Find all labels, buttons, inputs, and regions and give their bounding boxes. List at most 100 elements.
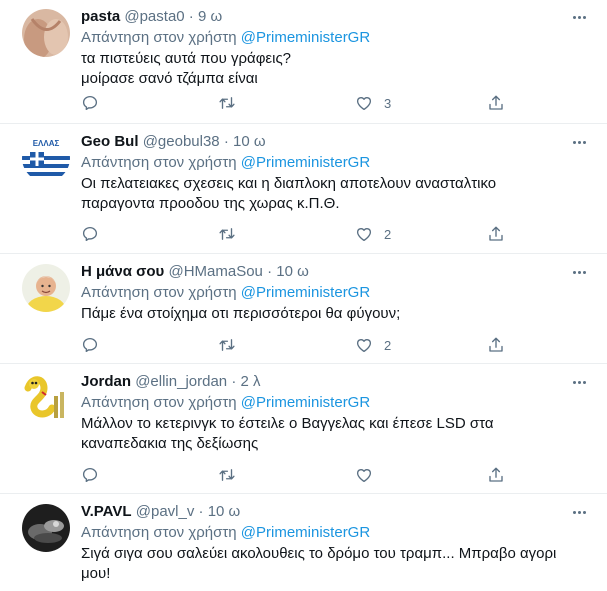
avatar[interactable]: [22, 264, 70, 312]
separator-dot: ·: [231, 373, 237, 390]
reply-button[interactable]: [81, 224, 99, 244]
separator-dot: ·: [198, 503, 204, 520]
tweet-text-line: Σιγά σιγα σου σαλεύει ακολουθεις το δρόμ…: [81, 545, 557, 562]
tweet-header: Geo Bul @geobul38 · 10 ω: [81, 132, 591, 152]
replying-prefix: Απάντηση στον χρήστη: [81, 154, 237, 171]
reply-button[interactable]: [81, 335, 99, 355]
timestamp[interactable]: 2 λ: [240, 373, 260, 390]
mention-link[interactable]: @PrimeministerGR: [241, 284, 370, 301]
heart-icon: [356, 228, 372, 242]
retweet-icon: [219, 469, 235, 481]
tweet-text: Μάλλον το κετερινγκ το έστειλε ο Βαγγελα…: [81, 414, 591, 454]
share-button[interactable]: [487, 224, 505, 244]
more-options-icon[interactable]: [569, 132, 589, 152]
tweet-text-line: καναπεδακια της δεξίωσης: [81, 435, 259, 452]
tweet-text-line: Πάμε ένα στοίχημα οτι περισσότεροι θα φύ…: [81, 305, 401, 322]
tweet[interactable]: pasta @pasta0 · 9 ω Απάντηση στον χρήστη…: [0, 0, 607, 124]
replying-prefix: Απάντηση στον χρήστη: [81, 29, 237, 46]
replying-to: Απάντηση στον χρήστη @PrimeministerGR: [81, 393, 591, 413]
tweet-text: Σιγά σιγα σου σαλεύει ακολουθεις το δρόμ…: [81, 544, 591, 584]
reply-feed: pasta @pasta0 · 9 ω Απάντηση στον χρήστη…: [0, 0, 607, 591]
share-button[interactable]: [487, 335, 505, 355]
share-icon: [489, 95, 503, 110]
tweet-actions: 2: [81, 335, 511, 355]
avatar[interactable]: [22, 374, 70, 422]
like-count: 2: [384, 337, 392, 353]
tweet-actions: [81, 465, 511, 485]
retweet-button[interactable]: [218, 465, 236, 485]
replying-to: Απάντηση στον χρήστη @PrimeministerGR: [81, 153, 591, 173]
like-count: 3: [384, 95, 392, 111]
more-options-icon[interactable]: [569, 502, 589, 522]
share-icon: [489, 337, 503, 352]
separator-dot: ·: [223, 133, 229, 150]
avatar[interactable]: [22, 9, 70, 57]
display-name[interactable]: Η μάνα σου: [81, 263, 164, 280]
retweet-button[interactable]: [218, 335, 236, 355]
retweet-icon: [219, 97, 235, 109]
tweet-content: V.PAVL @pavl_v · 10 ω Απάντηση στον χρήσ…: [81, 502, 591, 584]
share-button[interactable]: [487, 93, 505, 113]
timestamp[interactable]: 10 ω: [208, 503, 241, 520]
like-button[interactable]: 2: [355, 224, 391, 244]
tweet-content: Geo Bul @geobul38 · 10 ω Απάντηση στον χ…: [81, 132, 591, 214]
tweet-header: Jordan @ellin_jordan · 2 λ: [81, 372, 591, 392]
more-options-icon[interactable]: [569, 262, 589, 282]
timestamp[interactable]: 10 ω: [276, 263, 309, 280]
tweet[interactable]: Jordan @ellin_jordan · 2 λ Απάντηση στον…: [0, 364, 607, 494]
avatar-text: ΕΛΛΑΣ: [33, 139, 60, 148]
tweet-actions: 2: [81, 224, 511, 244]
tweet-content: Jordan @ellin_jordan · 2 λ Απάντηση στον…: [81, 372, 591, 454]
retweet-button[interactable]: [218, 93, 236, 113]
more-options-icon[interactable]: [569, 7, 589, 27]
like-button[interactable]: 2: [355, 335, 391, 355]
user-handle[interactable]: @ellin_jordan: [135, 373, 227, 390]
more-options-icon[interactable]: [569, 372, 589, 392]
display-name[interactable]: Jordan: [81, 373, 131, 390]
tweet-text-line: τα πιστεύεις αυτά που γράφεις?: [81, 50, 292, 67]
tweet-content: Η μάνα σου @HMamaSou · 10 ω Απάντηση στο…: [81, 262, 591, 324]
avatar[interactable]: [22, 504, 70, 552]
heart-icon: [356, 97, 372, 111]
user-handle[interactable]: @pavl_v: [136, 503, 195, 520]
tweet-header: V.PAVL @pavl_v · 10 ω: [81, 502, 591, 522]
tweet[interactable]: ΕΛΛΑΣ Geo Bul @geobul38 · 10 ω Απάντηση …: [0, 124, 607, 254]
tweet-content: pasta @pasta0 · 9 ω Απάντηση στον χρήστη…: [81, 7, 591, 89]
tweet-text-line: Μάλλον το κετερινγκ το έστειλε ο Βαγγελα…: [81, 415, 494, 432]
tweet-text-line: μοίρασε σανό τζάμπα είναι: [81, 70, 258, 87]
separator-dot: ·: [267, 263, 273, 280]
display-name[interactable]: V.PAVL: [81, 503, 132, 520]
mention-link[interactable]: @PrimeministerGR: [241, 29, 370, 46]
avatar[interactable]: ΕΛΛΑΣ: [22, 134, 70, 182]
mention-link[interactable]: @PrimeministerGR: [241, 524, 370, 541]
user-handle[interactable]: @geobul38: [143, 133, 220, 150]
tweet-text-line: Οι πελατειακες σχεσεις και η διαπλοκη απ…: [81, 175, 497, 192]
retweet-button[interactable]: [218, 224, 236, 244]
tweet[interactable]: V.PAVL @pavl_v · 10 ω Απάντηση στον χρήσ…: [0, 494, 607, 591]
reply-icon: [82, 337, 98, 353]
display-name[interactable]: Geo Bul: [81, 133, 139, 150]
mention-link[interactable]: @PrimeministerGR: [241, 154, 370, 171]
tweet-header: pasta @pasta0 · 9 ω: [81, 7, 591, 27]
replying-to: Απάντηση στον χρήστη @PrimeministerGR: [81, 283, 591, 303]
tweet-text-line: μου!: [81, 565, 111, 582]
display-name[interactable]: pasta: [81, 8, 120, 25]
tweet-actions: 3: [81, 93, 511, 113]
tweet[interactable]: Η μάνα σου @HMamaSou · 10 ω Απάντηση στο…: [0, 254, 607, 364]
reply-button[interactable]: [81, 93, 99, 113]
reply-button[interactable]: [81, 465, 99, 485]
timestamp[interactable]: 9 ω: [198, 8, 222, 25]
like-button[interactable]: 3: [355, 93, 391, 113]
tweet-text: τα πιστεύεις αυτά που γράφεις? μοίρασε σ…: [81, 49, 591, 89]
share-button[interactable]: [487, 465, 505, 485]
mention-link[interactable]: @PrimeministerGR: [241, 394, 370, 411]
replying-prefix: Απάντηση στον χρήστη: [81, 524, 237, 541]
tweet-text: Οι πελατειακες σχεσεις και η διαπλοκη απ…: [81, 174, 591, 214]
user-handle[interactable]: @pasta0: [124, 8, 184, 25]
retweet-icon: [219, 228, 235, 240]
user-handle[interactable]: @HMamaSou: [168, 263, 262, 280]
like-button[interactable]: [355, 465, 384, 485]
replying-prefix: Απάντηση στον χρήστη: [81, 284, 237, 301]
share-icon: [489, 226, 503, 241]
timestamp[interactable]: 10 ω: [233, 133, 266, 150]
